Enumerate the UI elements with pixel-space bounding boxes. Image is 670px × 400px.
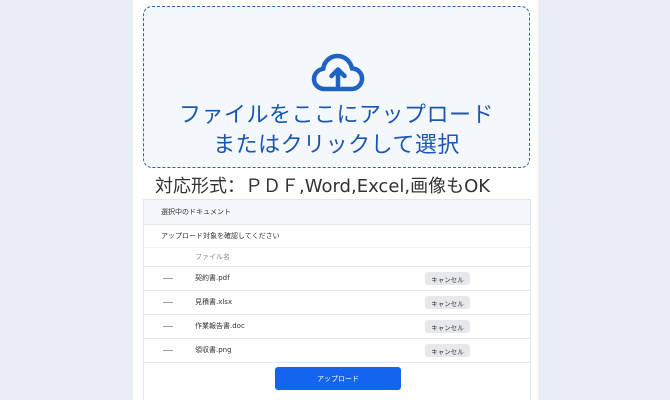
panel-subtitle: アップロード対象を確認してください (144, 225, 530, 248)
column-header-filename: ファイル名 (144, 248, 530, 267)
file-status-dash (163, 326, 173, 327)
selected-documents-panel: 選択中のドキュメント アップロード対象を確認してください ファイル名 契約書.p… (143, 199, 531, 400)
cancel-button[interactable]: キャンセル (425, 272, 470, 285)
supported-formats-text: 対応形式：ＰＤＦ,Word,Excel,画像もOK (155, 176, 491, 197)
file-row: 契約書.pdf キャンセル (144, 267, 530, 291)
cloud-upload-icon (311, 53, 365, 92)
file-row: 作業報告書.doc キャンセル (144, 315, 530, 339)
file-name: 見積書.xlsx (195, 298, 233, 306)
panel-title: 選択中のドキュメント (144, 200, 530, 225)
cancel-button[interactable]: キャンセル (425, 320, 470, 333)
file-status-dash (163, 350, 173, 351)
file-name: 契約書.pdf (195, 274, 230, 282)
upload-button[interactable]: アップロード (275, 367, 401, 390)
upload-dropzone[interactable]: ファイルをここにアップロード またはクリックして選択 (143, 6, 530, 168)
cancel-button[interactable]: キャンセル (425, 296, 470, 309)
file-name: 領収書.png (195, 346, 232, 354)
dropzone-primary-text: ファイルをここにアップロード (178, 103, 494, 128)
file-status-dash (163, 302, 173, 303)
file-row: 見積書.xlsx キャンセル (144, 291, 530, 315)
file-status-dash (163, 278, 173, 279)
cancel-button[interactable]: キャンセル (425, 344, 470, 357)
file-name: 作業報告書.doc (195, 322, 245, 330)
dropzone-secondary-text: またはクリックして選択 (213, 133, 460, 158)
file-row: 領収書.png キャンセル (144, 339, 530, 363)
